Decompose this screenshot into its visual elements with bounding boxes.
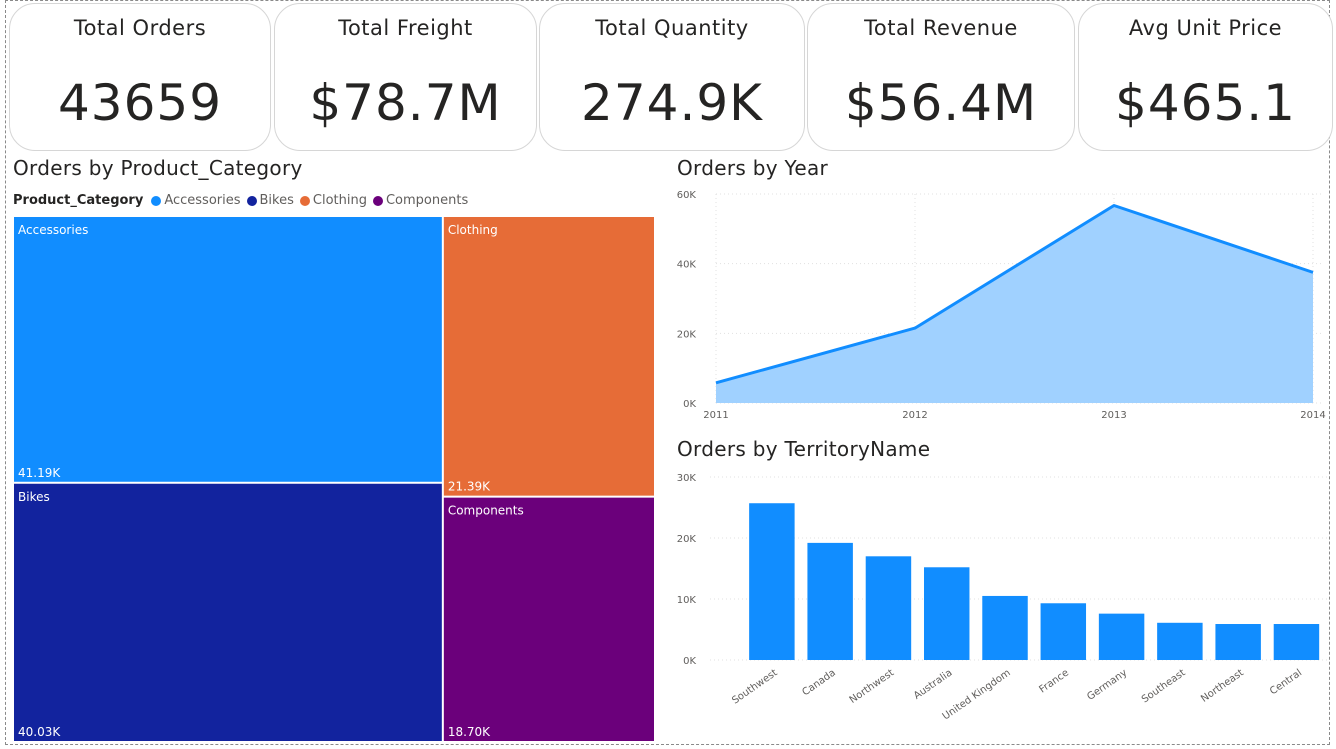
y-tick-label: 20K [677, 534, 697, 545]
x-tick-label: Northeast [1199, 667, 1246, 704]
y-tick-label: 10K [677, 595, 697, 606]
kpi-value: 43659 [57, 74, 223, 132]
data-point-2012[interactable] [909, 322, 921, 334]
legend-label: Clothing [312, 193, 367, 208]
treemap-category-label: Bikes [18, 490, 50, 504]
treemap-category-label: Accessories [18, 223, 88, 237]
bar-france[interactable] [1040, 603, 1087, 660]
kpi-card-avg-unit-price[interactable]: Avg Unit Price $465.1 [1078, 3, 1333, 151]
x-tick-label: Southwest [730, 667, 779, 706]
treemap-title: Orders by Product_Category [13, 156, 303, 180]
y-tick-label: 60K [677, 190, 697, 201]
bar-canada[interactable] [807, 542, 853, 660]
treemap-rect [443, 217, 654, 496]
kpi-title: Total Quantity [595, 16, 749, 40]
treemap-value-label: 18.70K [448, 725, 491, 739]
treemap-value-label: 21.39K [448, 480, 491, 494]
treemap-chart: Accessories 41.19K Bikes 40.03K Clothing 21.3… [14, 217, 654, 741]
x-tick-label: 2012 [902, 410, 927, 421]
y-tick-label: 40K [677, 260, 697, 271]
y-tick-label: 20K [677, 329, 697, 340]
area-chart: 0K 20K 40K 60K 2011 2012 2013 2014 [677, 190, 1326, 421]
kpi-title: Avg Unit Price [1128, 16, 1283, 40]
x-tick-label: Central [1268, 667, 1304, 697]
legend-item-bikes[interactable]: Bikes [246, 193, 294, 208]
bar-germany[interactable] [1098, 613, 1145, 660]
x-tick-label: Australia [912, 667, 955, 701]
legend-label: Accessories [164, 193, 241, 208]
kpi-card-total-revenue[interactable]: Total Revenue $56.4M [807, 3, 1075, 151]
x-tick-label: Southeast [1140, 667, 1188, 705]
x-tick-label: Northwest [848, 667, 897, 706]
legend-dot-icon [299, 195, 310, 206]
treemap-rect [14, 483, 442, 741]
bar-chart: 0K 10K 20K 30K Southwest Canada Northwest Austr… [677, 473, 1328, 722]
kpi-value: $56.4M [844, 74, 1038, 132]
bar-australia[interactable] [924, 567, 970, 660]
legend-dot-icon [372, 195, 383, 206]
bar-united-kingdom[interactable] [982, 595, 1028, 660]
area-chart-title: Orders by Year [677, 156, 829, 180]
x-tick-label: 2013 [1101, 410, 1126, 421]
x-tick-label: Canada [800, 667, 837, 698]
treemap-rect [443, 497, 654, 741]
data-point-2011[interactable] [710, 377, 722, 389]
legend-label: Components [385, 193, 469, 208]
kpi-card-total-orders[interactable]: Total Orders 43659 [9, 3, 271, 151]
legend-title: Product_Category [13, 193, 144, 208]
treemap-value-label: 40.03K [18, 725, 61, 739]
kpi-title: Total Freight [338, 16, 473, 40]
kpi-card-total-freight[interactable]: Total Freight $78.7M [274, 3, 537, 151]
treemap-legend: Product_Category Accessories Bikes Cloth… [13, 193, 474, 208]
treemap-category-label: Components [448, 504, 524, 518]
y-tick-label: 0K [683, 656, 696, 667]
treemap-category-label: Clothing [448, 223, 498, 237]
x-tick-label: 2014 [1300, 410, 1325, 421]
bar-southeast[interactable] [1157, 622, 1203, 660]
legend-item-accessories[interactable]: Accessories [151, 193, 241, 208]
bar-central[interactable] [1273, 624, 1320, 660]
kpi-card-total-quantity[interactable]: Total Quantity 274.9K [539, 3, 805, 151]
treemap-rect [14, 217, 442, 482]
legend-item-clothing[interactable]: Clothing [299, 193, 367, 208]
treemap-tile-accessories[interactable]: Accessories 41.19K [14, 217, 442, 482]
treemap-value-label: 41.19K [18, 466, 61, 480]
kpi-title: Total Orders [73, 16, 207, 40]
y-tick-label: 0K [683, 399, 696, 410]
bar-northeast[interactable] [1215, 624, 1261, 660]
area-fill [716, 205, 1313, 403]
bar-northwest[interactable] [865, 556, 912, 660]
kpi-value: $465.1 [1115, 74, 1296, 132]
kpi-value: 274.9K [581, 74, 763, 132]
legend-item-components[interactable]: Components [372, 193, 469, 208]
x-tick-label: France [1037, 667, 1071, 695]
y-tick-label: 30K [677, 473, 697, 484]
treemap-tile-clothing[interactable]: Clothing 21.39K [443, 217, 654, 496]
treemap-tile-bikes[interactable]: Bikes 40.03K [14, 483, 442, 741]
legend-dot-icon [246, 195, 257, 206]
legend-dot-icon [151, 195, 162, 206]
bar-chart-title: Orders by TerritoryName [677, 437, 931, 461]
data-point-2013[interactable] [1108, 199, 1120, 211]
treemap-tile-components[interactable]: Components 18.70K [443, 497, 654, 741]
kpi-value: $78.7M [309, 74, 502, 132]
data-point-2014[interactable] [1307, 266, 1319, 278]
x-tick-label: 2011 [703, 410, 728, 421]
kpi-title: Total Revenue [864, 16, 1018, 40]
x-tick-label: Germany [1085, 667, 1129, 702]
bar-southwest[interactable] [749, 503, 795, 660]
legend-label: Bikes [259, 193, 294, 208]
